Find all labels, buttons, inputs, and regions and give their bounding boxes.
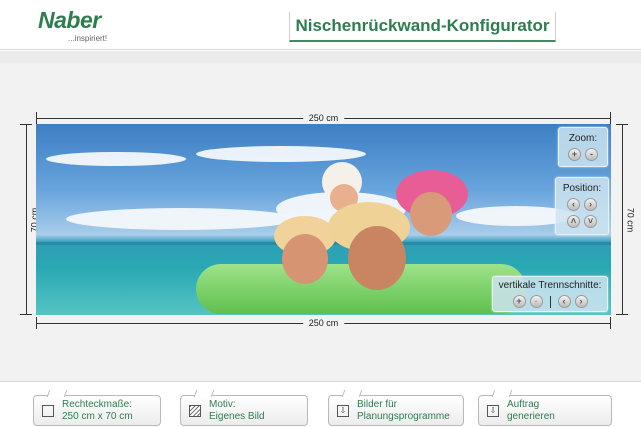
- zoom-label: Zoom:: [568, 133, 598, 144]
- position-label: Position:: [562, 183, 602, 194]
- height-label-right: 70 cm: [624, 203, 637, 236]
- dimensions-button-title: Rechteckmaße:: [62, 399, 133, 410]
- width-dimension-bottom: 250 cm: [36, 317, 611, 329]
- man-face: [348, 226, 406, 290]
- naber-logo[interactable]: Naber ...inspiriert!: [38, 8, 128, 44]
- width-dimension-top: 250 cm: [36, 112, 611, 124]
- generate-order-button[interactable]: ⇩ Auftrag generieren: [478, 390, 612, 426]
- next-cut-button[interactable]: ›: [574, 295, 588, 308]
- dimensions-button-value: 250 cm x 70 cm: [62, 411, 133, 422]
- generate-order-line1: Auftrag: [507, 399, 540, 410]
- logo-slogan: ...inspiriert!: [68, 34, 108, 43]
- zoom-panel: Zoom: + -: [558, 127, 608, 167]
- cut-separator: [549, 296, 551, 308]
- height-dimension-left: 70 cm: [20, 124, 41, 315]
- move-down-button[interactable]: ˅: [584, 215, 597, 228]
- cloud: [46, 152, 186, 166]
- width-label-bottom: 250 cm: [302, 317, 345, 329]
- motif-button[interactable]: Motiv: Eigenes Bild: [180, 390, 308, 426]
- document-icon: ⇩: [487, 405, 499, 417]
- motif-button-title: Motiv:: [209, 399, 236, 410]
- cloud: [196, 146, 366, 162]
- girl-face: [410, 192, 452, 236]
- add-cut-button[interactable]: +: [512, 295, 526, 308]
- vertical-cuts-panel: vertikale Trennschnitte: + - ‹ ›: [492, 276, 608, 312]
- move-right-button[interactable]: ›: [584, 198, 597, 211]
- move-left-button[interactable]: ‹: [567, 198, 580, 211]
- remove-cut-button[interactable]: -: [529, 295, 543, 308]
- planning-images-line1: Bilder für: [357, 399, 398, 410]
- position-panel: Position: ‹ › ˄ ˅: [555, 177, 609, 235]
- hatch-icon: [189, 405, 201, 417]
- motif-button-value: Eigenes Bild: [209, 411, 265, 422]
- document-icon: ⇩: [337, 405, 349, 417]
- zoom-out-button[interactable]: -: [585, 148, 598, 161]
- dimensions-button[interactable]: Rechteckmaße: 250 cm x 70 cm: [33, 390, 161, 426]
- rectangle-icon: [42, 405, 54, 417]
- woman-face: [282, 234, 328, 284]
- move-up-button[interactable]: ˄: [567, 215, 580, 228]
- vertical-cuts-label: vertikale Trennschnitte:: [498, 280, 602, 291]
- cloud: [66, 208, 296, 230]
- zoom-in-button[interactable]: +: [568, 148, 581, 161]
- previous-cut-button[interactable]: ‹: [557, 295, 571, 308]
- stage-band: [0, 51, 641, 63]
- header: Naber ...inspiriert! Nischenrückwand-Kon…: [0, 0, 641, 50]
- bottom-toolbar: Rechteckmaße: 250 cm x 70 cm Motiv: Eige…: [0, 381, 641, 427]
- title-box: Nischenrückwand-Konfigurator: [289, 12, 556, 42]
- planning-images-line2: Planungsprogramme: [357, 411, 450, 422]
- logo-wordmark: Naber: [38, 7, 101, 33]
- width-label-top: 250 cm: [302, 112, 345, 124]
- page-title: Nischenrückwand-Konfigurator: [295, 16, 550, 35]
- planning-images-button[interactable]: ⇩ Bilder für Planungsprogramme: [328, 390, 464, 426]
- generate-order-line2: generieren: [507, 411, 555, 422]
- height-dimension-right: 70 cm: [616, 124, 637, 315]
